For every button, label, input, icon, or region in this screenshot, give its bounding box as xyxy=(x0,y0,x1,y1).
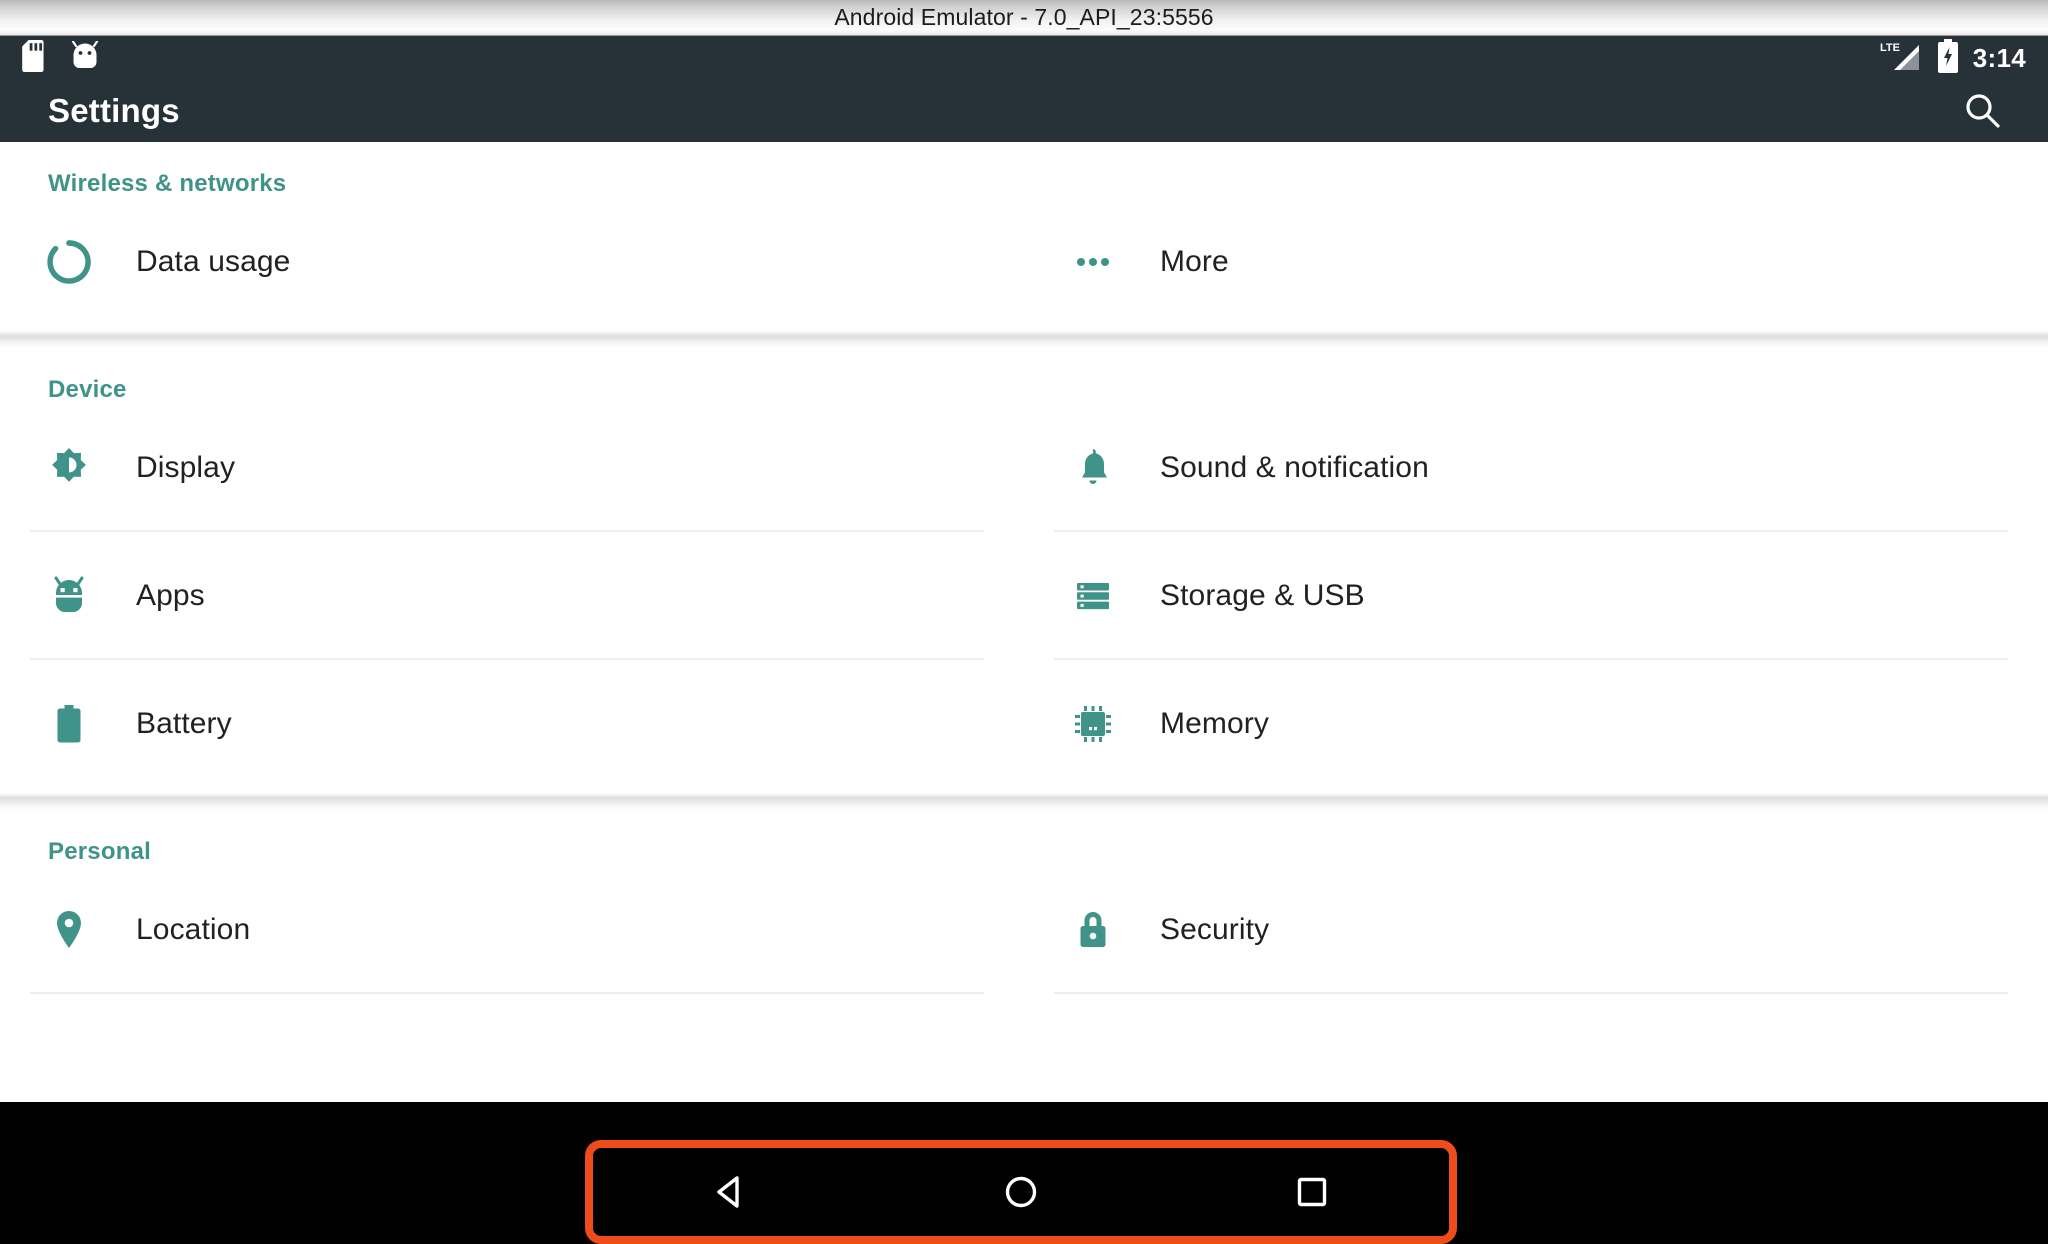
settings-row-label: Battery xyxy=(136,707,232,740)
storage-icon xyxy=(1064,567,1122,625)
settings-row-label: Security xyxy=(1160,913,1270,946)
settings-action-bar: Settings xyxy=(0,80,2048,142)
section-device: Device Display Sound & notification Apps… xyxy=(0,348,2048,788)
settings-row-display[interactable]: Display xyxy=(0,404,1024,532)
settings-row-label: More xyxy=(1160,245,1229,278)
settings-row-battery[interactable]: Battery xyxy=(0,660,1024,788)
data-usage-icon xyxy=(40,233,98,291)
settings-row-memory[interactable]: Memory xyxy=(1024,660,2048,788)
recents-button[interactable] xyxy=(1252,1140,1372,1244)
section-wireless-networks: Wireless & networks Data usage More xyxy=(0,142,2048,326)
lte-signal-icon: LTE xyxy=(1879,39,1923,78)
settings-row-label: Storage & USB xyxy=(1160,579,1365,612)
back-button[interactable] xyxy=(670,1140,790,1244)
location-pin-icon xyxy=(40,901,98,959)
settings-list[interactable]: Wireless & networks Data usage More Devi… xyxy=(0,142,2048,1102)
brightness-icon xyxy=(40,439,98,497)
settings-row-label: Apps xyxy=(136,579,205,612)
svg-text:LTE: LTE xyxy=(1880,42,1900,54)
memory-chip-icon xyxy=(1064,695,1122,753)
android-navigation-bar[interactable] xyxy=(0,1102,2048,1244)
status-bar-clock: 3:14 xyxy=(1972,42,2026,73)
section-header-device: Device xyxy=(48,376,127,403)
android-bug-icon xyxy=(40,567,98,625)
battery-charging-icon xyxy=(1937,38,1959,78)
lock-icon xyxy=(1064,901,1122,959)
page-title: Settings xyxy=(48,92,180,129)
android-head-icon xyxy=(70,39,100,76)
settings-row-label: Memory xyxy=(1160,707,1269,740)
settings-row-sound-notification[interactable]: Sound & notification xyxy=(1024,404,2048,532)
settings-row-label: Location xyxy=(136,913,251,946)
sd-card-icon xyxy=(22,39,48,77)
section-divider xyxy=(0,788,2048,810)
settings-row-apps[interactable]: Apps xyxy=(0,532,1024,660)
settings-row-data-usage[interactable]: Data usage xyxy=(0,198,1024,326)
settings-row-security[interactable]: Security xyxy=(1024,866,2048,994)
settings-row-label: Data usage xyxy=(136,245,291,278)
more-dots-icon xyxy=(1064,233,1122,291)
home-button[interactable] xyxy=(961,1140,1081,1244)
section-header-personal: Personal xyxy=(48,838,151,865)
battery-icon xyxy=(40,695,98,753)
settings-row-location[interactable]: Location xyxy=(0,866,1024,994)
settings-row-storage-usb[interactable]: Storage & USB xyxy=(1024,532,2048,660)
section-personal: Personal Location Security xyxy=(0,810,2048,994)
section-header-wireless: Wireless & networks xyxy=(48,170,287,197)
bell-icon xyxy=(1064,439,1122,497)
search-icon[interactable] xyxy=(1956,84,2010,138)
settings-row-label: Display xyxy=(136,451,236,484)
android-status-bar[interactable]: LTE 3:14 xyxy=(0,36,2048,80)
section-divider xyxy=(0,326,2048,348)
emulator-window-title: Android Emulator - 7.0_API_23:5556 xyxy=(834,4,1214,30)
settings-row-label: Sound & notification xyxy=(1160,451,1429,484)
settings-row-more[interactable]: More xyxy=(1024,198,2048,326)
emulator-title-bar: Android Emulator - 7.0_API_23:5556 xyxy=(0,0,2048,36)
